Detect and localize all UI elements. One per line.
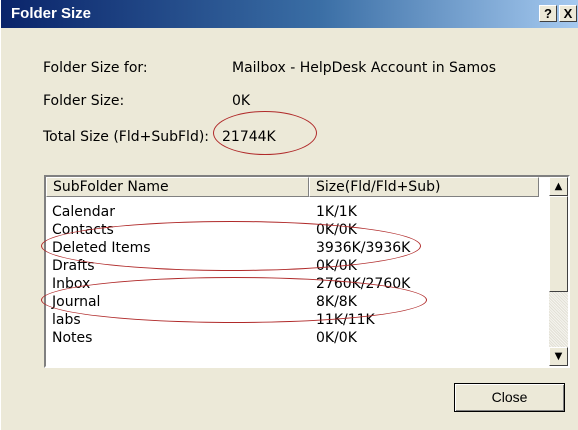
title-bar[interactable]: Folder Size ? X — [1, 0, 578, 28]
column-header-subfolder-name[interactable]: SubFolder Name — [46, 177, 309, 197]
table-row[interactable]: Drafts 0K/0K — [46, 257, 541, 275]
table-row[interactable]: Journal 8K/8K — [46, 293, 541, 311]
subfolder-name: Drafts — [52, 258, 95, 274]
table-row[interactable]: Calendar 1K/1K — [46, 203, 541, 221]
subfolder-size: 0K/0K — [316, 258, 357, 274]
table-row[interactable]: Contacts 0K/0K — [46, 221, 541, 239]
subfolder-size: 11K/11K — [316, 312, 375, 328]
subfolder-size: 8K/8K — [316, 294, 357, 310]
table-row[interactable]: labs 11K/11K — [46, 311, 541, 329]
scroll-thumb[interactable] — [549, 196, 568, 292]
subfolder-name: Journal — [52, 294, 101, 310]
folder-size-label: Folder Size: — [43, 93, 125, 109]
window-title: Folder Size — [11, 5, 92, 22]
subfolder-name: Calendar — [52, 204, 115, 220]
subfolder-name: labs — [52, 312, 81, 328]
subfolder-size: 3936K/3936K — [316, 240, 411, 256]
table-row[interactable]: Notes 0K/0K — [46, 329, 541, 347]
folder-size-for-value: Mailbox - HelpDesk Account in Samos — [232, 60, 497, 76]
subfolder-size: 1K/1K — [316, 204, 357, 220]
scroll-up-arrow-icon[interactable]: ▲ — [549, 177, 568, 196]
subfolder-list[interactable]: SubFolder Name Size(Fld/Fld+Sub) Calenda… — [44, 175, 570, 368]
help-button[interactable]: ? — [539, 5, 557, 22]
folder-size-dialog: Folder Size ? X Folder Size for: Mailbox… — [0, 0, 578, 430]
folder-size-for-label: Folder Size for: — [43, 60, 148, 76]
close-button[interactable]: Close — [454, 383, 565, 412]
scroll-down-arrow-icon[interactable]: ▼ — [549, 347, 568, 366]
table-row[interactable]: Deleted Items 3936K/3936K — [46, 239, 541, 257]
subfolder-size: 0K/0K — [316, 330, 357, 346]
subfolder-name: Inbox — [52, 276, 91, 292]
folder-size-value: 0K — [232, 93, 251, 109]
subfolder-name: Deleted Items — [52, 240, 151, 256]
table-row[interactable]: Inbox 2760K/2760K — [46, 275, 541, 293]
column-header-size[interactable]: Size(Fld/Fld+Sub) — [309, 177, 539, 197]
subfolder-size: 2760K/2760K — [316, 276, 411, 292]
total-size-label: Total Size (Fld+SubFld): — [43, 129, 210, 145]
close-window-button[interactable]: X — [559, 5, 577, 22]
vertical-scrollbar[interactable]: ▲ ▼ — [549, 177, 568, 366]
total-size-value: 21744K — [222, 129, 276, 145]
subfolder-name: Contacts — [52, 222, 114, 238]
subfolder-size: 0K/0K — [316, 222, 357, 238]
subfolder-name: Notes — [52, 330, 93, 346]
